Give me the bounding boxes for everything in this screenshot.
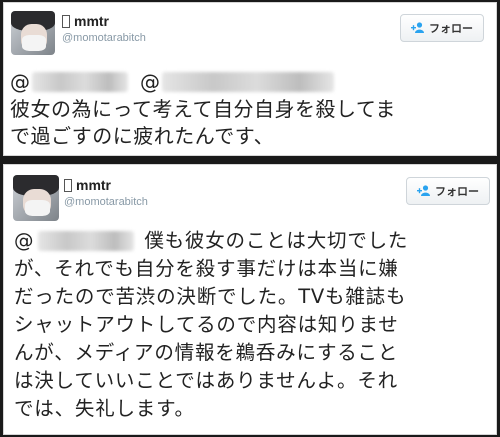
follow-button[interactable]: フォロー: [400, 14, 484, 42]
unknown-glyph-icon: [62, 14, 70, 28]
mention-at: @: [14, 229, 35, 252]
mention-at: @: [140, 70, 160, 94]
user-info: mmtr @momotarabitch: [62, 13, 146, 44]
mention-redacted: [38, 231, 135, 251]
tweet-line: が、それでも自分を殺す事だけは本当に嫌: [14, 257, 399, 280]
mention-redacted: [162, 72, 334, 92]
tweet-text: @ 僕も彼女のことは大切でした が、それでも自分を殺す事だけは本当に嫌 だったの…: [14, 227, 494, 423]
tweet-text: 彼女の為にって考えて自分自身を殺してま で過ごすのに疲れたんです、: [10, 96, 492, 150]
mentions: @ @: [10, 70, 334, 94]
person-add-icon: [411, 21, 425, 35]
mention-redacted: [32, 72, 128, 92]
mention-at: @: [10, 70, 30, 94]
follow-button-label: フォロー: [435, 185, 479, 198]
tweet-line: は決していいことではありませんよ。それ: [14, 369, 398, 392]
avatar[interactable]: [11, 11, 55, 55]
person-add-icon: [417, 184, 431, 198]
tweet-card: mmtr @momotarabitch フォロー @ @ 彼女の為にって考えて自…: [3, 2, 497, 156]
unknown-glyph-icon: [64, 178, 72, 192]
tweet-line: で過ごすのに疲れたんです、: [10, 124, 275, 148]
user-info: mmtr @momotarabitch: [64, 177, 148, 208]
follow-button[interactable]: フォロー: [406, 177, 490, 205]
user-handle[interactable]: @momotarabitch: [64, 196, 148, 208]
tweet-line-with-mention: @ 僕も彼女のことは大切でした: [14, 227, 494, 255]
tweet-line: シャットアウトしてるので内容は知りませ: [14, 313, 399, 336]
user-handle[interactable]: @momotarabitch: [62, 32, 146, 44]
tweet-line: だったので苦渋の決断でした。TVも雑誌も: [14, 285, 407, 308]
tweet-line: 僕も彼女のことは大切でした: [144, 229, 409, 252]
user-name[interactable]: mmtr: [76, 177, 111, 193]
follow-button-label: フォロー: [429, 22, 473, 35]
user-name[interactable]: mmtr: [74, 13, 109, 29]
tweet-line: んが、メディアの情報を鵜呑みにすること: [14, 341, 399, 364]
tweet-line: では、失礼します。: [14, 397, 195, 420]
avatar[interactable]: [13, 175, 59, 221]
tweet-card: mmtr @momotarabitch フォロー @ 僕も彼女のことは大切でした…: [3, 164, 497, 435]
tweet-line: 彼女の為にって考えて自分自身を殺してま: [10, 97, 396, 121]
